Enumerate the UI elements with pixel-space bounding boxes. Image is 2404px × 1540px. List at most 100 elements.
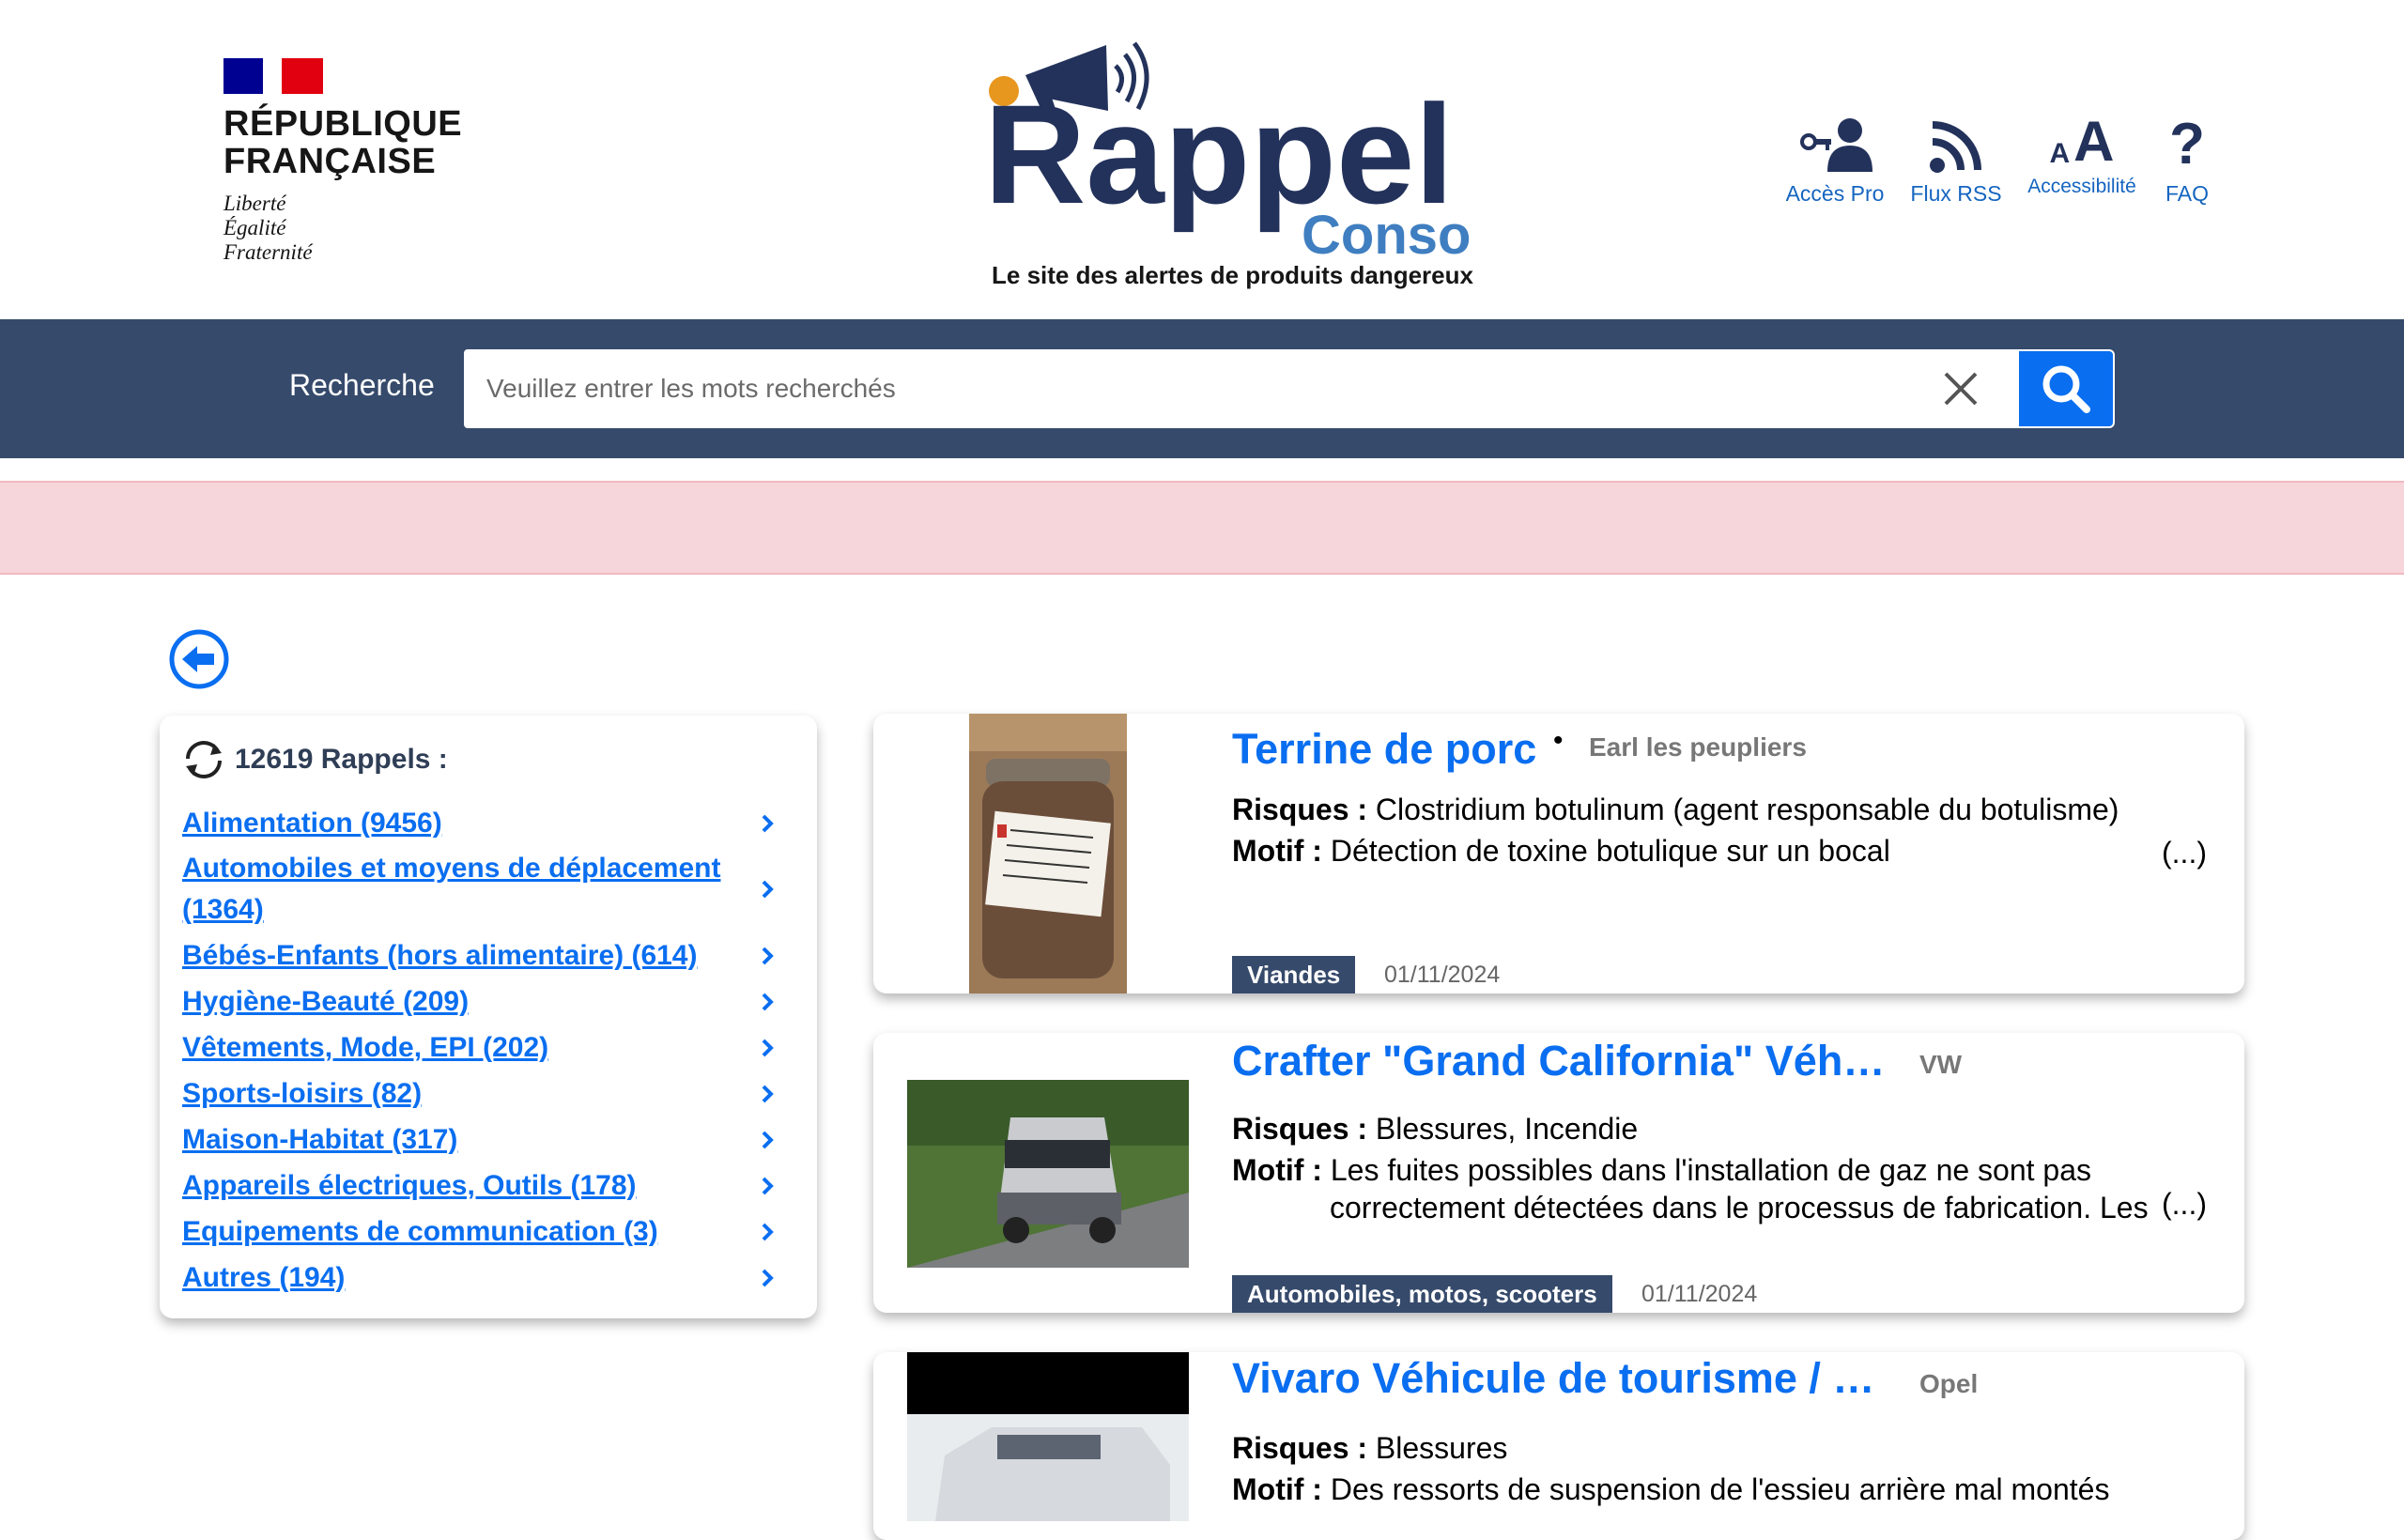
rf-name: RÉPUBLIQUE FRANÇAISE: [223, 105, 462, 180]
accessibilite-link[interactable]: AA Accessibilité: [2017, 108, 2147, 207]
clear-search-button[interactable]: [1938, 366, 1983, 411]
risques-label: Risques :: [1232, 1112, 1368, 1146]
faq-label: FAQ: [2165, 181, 2209, 206]
chevron-right-icon: [753, 1129, 781, 1151]
recall-card[interactable]: Crafter "Grand California" Véhicule de l…: [873, 1033, 2244, 1313]
more-indicator: (...): [2162, 836, 2207, 870]
category-label[interactable]: Appareils électriques, Outils (178): [182, 1165, 746, 1207]
category-item-autres[interactable]: Autres (194): [182, 1255, 802, 1301]
separator-dot: •: [1553, 725, 1564, 756]
risques-label: Risques :: [1232, 1431, 1368, 1465]
question-icon: ?: [2169, 112, 2205, 177]
sidebar-header: 12619 Rappels :: [180, 738, 448, 781]
category-sidebar: 12619 Rappels : Alimentation (9456) Auto…: [160, 716, 817, 1318]
product-image: [907, 1080, 1189, 1268]
motif-value: Détection de toxine botulique sur un boc…: [1330, 834, 1890, 868]
category-item-appareils-electriques[interactable]: Appareils électriques, Outils (178): [182, 1163, 802, 1209]
category-item-hygiene-beaute[interactable]: Hygiène-Beauté (209): [182, 978, 802, 1024]
acces-pro-label: Accès Pro: [1785, 181, 1885, 206]
category-item-sports-loisirs[interactable]: Sports-loisirs (82): [182, 1070, 802, 1116]
product-image: [907, 1352, 1189, 1521]
category-label[interactable]: Maison-Habitat (317): [182, 1119, 746, 1161]
recall-title[interactable]: Terrine de porc: [1232, 725, 1536, 774]
category-label[interactable]: Equipements de communication (3): [182, 1211, 746, 1253]
rf-line1: RÉPUBLIQUE: [223, 104, 463, 144]
recall-title[interactable]: Vivaro Véhicule de tourisme / Véhicule u…: [1232, 1354, 1895, 1403]
chevron-right-icon: [753, 1175, 781, 1197]
product-image: [969, 714, 1127, 993]
risques-value: Blessures: [1375, 1431, 1508, 1465]
french-flag-icon: [223, 58, 323, 94]
category-label[interactable]: Autres (194): [182, 1257, 746, 1299]
recall-risques: Risques : Blessures, Incendie: [1232, 1110, 1638, 1147]
rf-motto2: Égalité: [223, 216, 286, 239]
category-list: Alimentation (9456) Automobiles et moyen…: [182, 800, 802, 1301]
category-label[interactable]: Automobiles et moyens de déplacement (13…: [182, 848, 746, 931]
recall-card[interactable]: Vivaro Véhicule de tourisme / Véhicule u…: [873, 1352, 2244, 1540]
category-item-alimentation[interactable]: Alimentation (9456): [182, 800, 802, 846]
recall-motif: Motif : Les fuites possibles dans l'inst…: [1232, 1151, 2152, 1189]
motif-label: Motif :: [1232, 834, 1322, 868]
flux-rss-label: Flux RSS: [1910, 181, 2002, 206]
rss-icon: [1929, 108, 1983, 174]
recall-date: 01/11/2024: [1384, 962, 1501, 988]
category-badge: Automobiles, motos, scooters: [1232, 1275, 1612, 1313]
search-label: Recherche: [289, 368, 435, 402]
recall-date: 01/11/2024: [1641, 1281, 1758, 1307]
risques-label: Risques :: [1232, 793, 1368, 826]
chevron-right-icon: [753, 1267, 781, 1289]
search-bar: Recherche: [0, 319, 2404, 458]
logo-tagline: Le site des alertes de produits dangereu…: [992, 261, 1473, 289]
category-label[interactable]: Vêtements, Mode, EPI (202): [182, 1027, 746, 1069]
chevron-right-icon: [753, 1083, 781, 1105]
refresh-icon[interactable]: [180, 738, 227, 781]
chevron-right-icon: [753, 991, 781, 1013]
recall-brand: Opel: [1919, 1369, 1979, 1398]
rf-motto3: Fraternité: [223, 240, 313, 264]
chevron-right-icon: [753, 1221, 781, 1243]
site-header: RÉPUBLIQUE FRANÇAISE Liberté Égalité Fra…: [0, 0, 2404, 319]
search-box: [464, 349, 2019, 428]
risques-value: Clostridium botulinum (agent responsable…: [1375, 793, 2119, 826]
category-item-bebes-enfants[interactable]: Bébés-Enfants (hors alimentaire) (614): [182, 932, 802, 978]
search-input[interactable]: [464, 349, 1929, 428]
alert-banner: [0, 481, 2404, 575]
search-button[interactable]: [2017, 349, 2115, 428]
category-label[interactable]: Alimentation (9456): [182, 803, 746, 844]
search-icon: [2042, 365, 2090, 413]
category-badge: Viandes: [1232, 956, 1356, 993]
flux-rss-link[interactable]: Flux RSS: [1895, 108, 2017, 207]
category-label[interactable]: Bébés-Enfants (hors alimentaire) (614): [182, 935, 746, 977]
recall-motif: Motif : Détection de toxine botulique su…: [1232, 832, 1890, 870]
category-item-vetements[interactable]: Vêtements, Mode, EPI (202): [182, 1024, 802, 1070]
close-icon: [1944, 372, 1978, 406]
recall-title[interactable]: Crafter "Grand California" Véhicule de l…: [1232, 1037, 1895, 1086]
recall-card[interactable]: Terrine de porc • Earl les peupliers Ris…: [873, 714, 2244, 993]
motif-value: Des ressorts de suspension de l'essieu a…: [1330, 1472, 2110, 1506]
recall-risques: Risques : Blessures: [1232, 1429, 1507, 1467]
back-button[interactable]: [167, 627, 231, 691]
arrow-left-circle-icon: [169, 629, 229, 689]
key-user-icon: [1797, 108, 1872, 174]
recall-brand: VW: [1919, 1050, 1963, 1079]
chevron-right-icon: [753, 878, 781, 901]
acces-pro-link[interactable]: Accès Pro: [1775, 108, 1895, 207]
faq-link[interactable]: ? FAQ: [2147, 108, 2227, 207]
republique-francaise-logo[interactable]: RÉPUBLIQUE FRANÇAISE Liberté Égalité Fra…: [223, 58, 462, 265]
more-indicator: (...): [2162, 1187, 2207, 1221]
risques-value: Blessures, Incendie: [1375, 1112, 1639, 1146]
category-label[interactable]: Sports-loisirs (82): [182, 1073, 746, 1115]
category-item-automobiles[interactable]: Automobiles et moyens de déplacement (13…: [182, 846, 802, 932]
recall-brand: Earl les peupliers: [1589, 732, 1807, 762]
category-item-maison-habitat[interactable]: Maison-Habitat (317): [182, 1116, 802, 1163]
category-label[interactable]: Hygiène-Beauté (209): [182, 981, 746, 1023]
category-item-communication[interactable]: Equipements de communication (3): [182, 1209, 802, 1255]
rappel-conso-logo[interactable]: Rappel Conso Le site des alertes de prod…: [977, 19, 1502, 291]
megaphone-logo-icon: Rappel Conso: [984, 41, 1471, 263]
text-size-icon: AA: [2049, 110, 2115, 173]
recall-count: 12619 Rappels :: [235, 744, 448, 775]
svg-text:Conso: Conso: [1302, 205, 1471, 263]
rf-motto1: Liberté: [223, 192, 286, 215]
motif-label: Motif :: [1232, 1153, 1322, 1187]
motif-value: Les fuites possibles dans l'installation…: [1330, 1153, 2092, 1187]
